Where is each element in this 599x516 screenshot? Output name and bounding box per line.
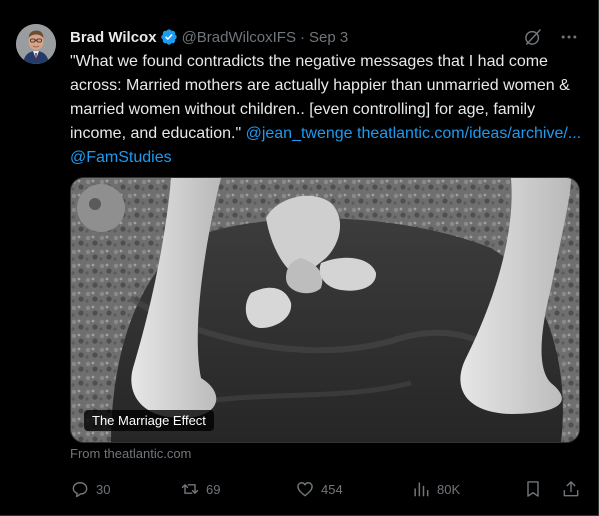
retweet-count: 69 — [206, 481, 221, 497]
action-bar: 30 69 454 80K — [70, 477, 583, 501]
views-count: 80K — [437, 481, 461, 497]
article-title-overlay: The Marriage Effect — [84, 410, 214, 431]
like-count: 454 — [321, 481, 343, 497]
separator-dot: · — [299, 28, 305, 46]
like-button[interactable]: 454 — [295, 479, 411, 499]
tweet-header: Brad Wilcox @BradWilcoxIFS · Sep 3 — [70, 26, 583, 48]
avatar-image — [16, 24, 56, 64]
tweet-card[interactable]: Brad Wilcox @BradWilcoxIFS · Sep 3 "What… — [0, 0, 599, 516]
views-button[interactable]: 80K — [411, 479, 511, 499]
mention-link[interactable]: @FamStudies — [70, 149, 172, 166]
verified-badge-icon — [160, 28, 178, 46]
reply-icon — [70, 479, 90, 499]
article-photo — [71, 178, 579, 442]
tweet-date[interactable]: Sep 3 — [309, 29, 348, 46]
article-link[interactable]: theatlantic.com/ideas/archive/... — [357, 125, 581, 142]
grok-icon[interactable] — [523, 27, 543, 47]
tweet-content: Brad Wilcox @BradWilcoxIFS · Sep 3 "What… — [70, 26, 583, 498]
retweet-button[interactable]: 69 — [180, 479, 295, 499]
header-actions — [523, 27, 583, 47]
bookmark-button[interactable] — [523, 479, 543, 499]
avatar[interactable] — [16, 24, 56, 64]
heart-icon — [295, 479, 315, 499]
reply-count: 30 — [96, 481, 111, 497]
more-icon[interactable] — [559, 27, 579, 47]
link-card-image[interactable]: The Marriage Effect — [70, 177, 580, 443]
retweet-icon — [180, 479, 200, 499]
views-icon — [411, 479, 431, 499]
share-button[interactable] — [561, 479, 581, 499]
author-handle[interactable]: @BradWilcoxIFS — [182, 29, 296, 46]
author-name[interactable]: Brad Wilcox — [70, 29, 157, 46]
tweet-text: "What we found contradicts the negative … — [70, 50, 583, 170]
bookmark-icon — [523, 479, 543, 499]
share-icon — [561, 479, 581, 499]
mention-link[interactable]: @jean_twenge — [246, 125, 353, 142]
link-source[interactable]: From theatlantic.com — [70, 446, 191, 461]
reply-button[interactable]: 30 — [70, 479, 180, 499]
